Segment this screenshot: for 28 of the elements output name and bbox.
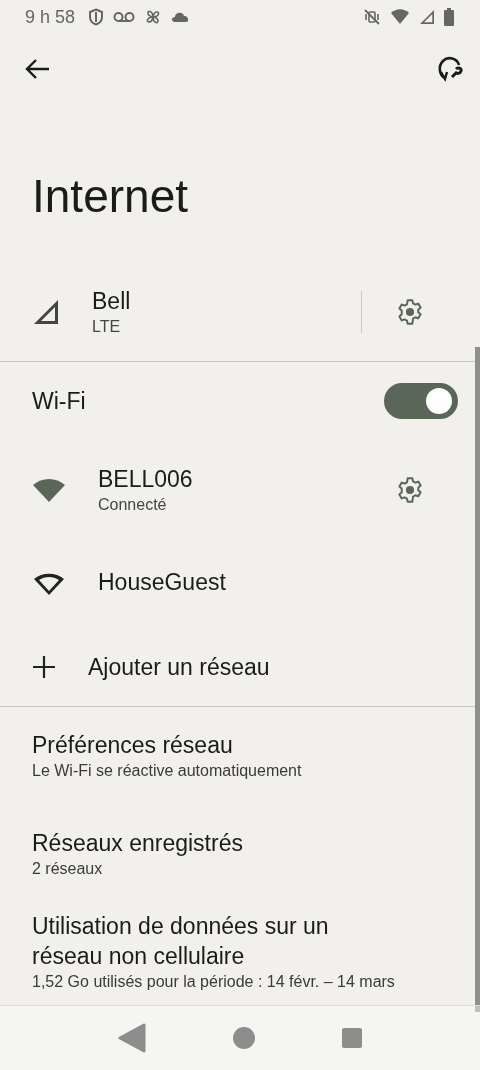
add-network-link[interactable]: Ajouter un réseau (88, 652, 270, 682)
network-name[interactable]: BELL006 (98, 464, 193, 494)
settings-icon[interactable] (396, 476, 424, 504)
wifi-label: Wi-Fi (32, 387, 86, 416)
preference-title[interactable]: Préférences réseau (32, 730, 233, 760)
muted-vibration-icon (363, 8, 381, 26)
carrier-name[interactable]: Bell (92, 286, 131, 316)
voicemail-icon (113, 11, 136, 23)
status-time: 9 h 58 (25, 6, 76, 28)
plus-icon (32, 655, 56, 679)
battery-icon (444, 8, 454, 26)
preference-title[interactable]: Utilisation de données sur un réseau non cellulaire (32, 911, 382, 971)
preference-summary: 2 réseaux (32, 859, 103, 879)
preference-title[interactable]: Réseaux enregistrés (32, 828, 243, 858)
back-button[interactable] (25, 58, 51, 80)
home-button[interactable] (232, 1026, 256, 1050)
network-type: LTE (92, 317, 121, 337)
wifi-toggle[interactable] (384, 383, 458, 419)
settings-icon[interactable] (396, 298, 424, 326)
preference-summary: Le Wi-Fi se réactive automatiquement (32, 761, 302, 781)
network-name[interactable]: HouseGuest (98, 567, 226, 597)
wifi-signal-icon (390, 9, 410, 25)
network-status: Connecté (98, 495, 167, 515)
page-title: Internet (32, 169, 188, 224)
cell-signal-icon (32, 298, 60, 326)
shield-icon (88, 8, 105, 26)
preference-summary: 1,52 Go utilisés pour la période : 14 févr. – 14 mars (32, 972, 395, 992)
cell-signal-icon (419, 9, 435, 25)
